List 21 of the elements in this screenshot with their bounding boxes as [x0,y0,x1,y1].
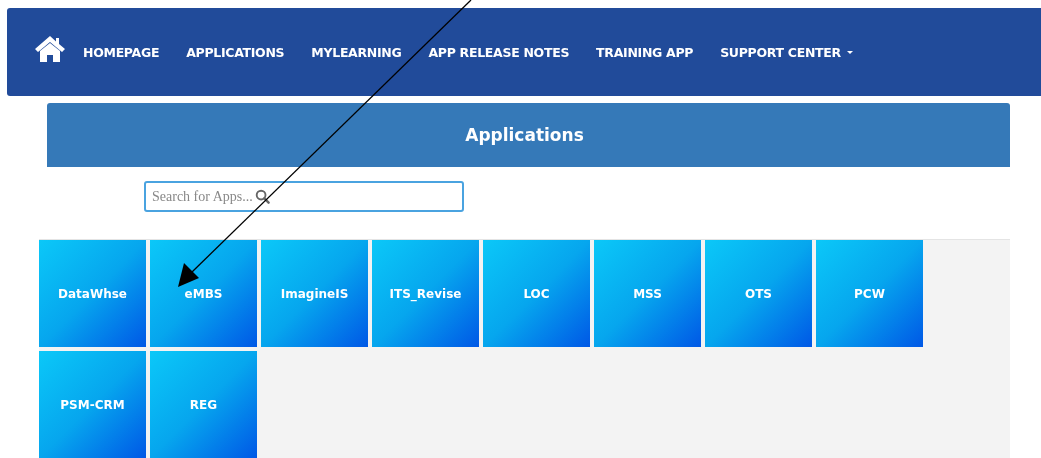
app-tile[interactable]: ITS_Revise [372,240,479,347]
app-tile[interactable]: eMBS [150,240,257,347]
search-icon [255,189,270,204]
nav-link[interactable]: SUPPORT CENTER [720,44,853,60]
nav-link[interactable]: MYLEARNING [311,44,402,60]
app-tile[interactable]: REG [150,351,257,458]
search-field[interactable]: Search for Apps... [144,181,464,212]
nav-link[interactable]: HOMEPAGE [83,44,160,60]
nav-link[interactable]: APPLICATIONS [186,44,285,60]
app-tile[interactable]: PSM-CRM [39,351,146,458]
app-tile[interactable]: DataWhse [39,240,146,347]
app-tile[interactable]: ImagineIS [261,240,368,347]
nav-link[interactable]: APP RELEASE NOTES [428,44,570,60]
app-tile[interactable]: MSS [594,240,701,347]
app-tile[interactable]: LOC [483,240,590,347]
app-tile[interactable]: PCW [816,240,923,347]
nav-link[interactable]: TRAINING APP [596,44,694,60]
caret-icon [846,50,853,54]
home-icon[interactable] [34,35,66,63]
app-tile[interactable]: OTS [705,240,812,347]
page-title: Applications [465,125,584,145]
